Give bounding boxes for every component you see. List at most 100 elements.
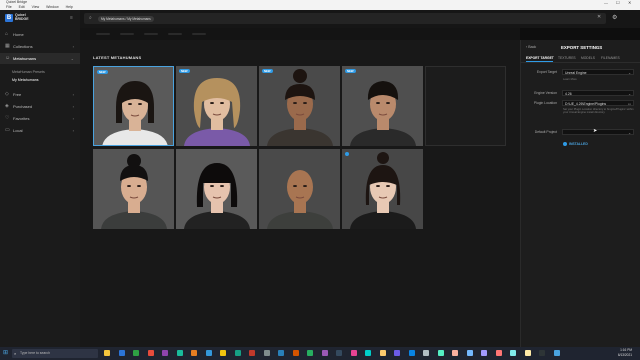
sidebar-item-label: Collections <box>13 44 33 49</box>
search-icon: ⌕ <box>14 351 17 356</box>
taskbar-app-icon[interactable] <box>205 350 212 356</box>
search-icon: ⌕ <box>89 15 92 21</box>
back-button[interactable]: ‹ Back <box>526 45 536 49</box>
search-filter-chip[interactable]: My Metahumans / My Metahumans <box>98 16 154 22</box>
taskbar-app-icon[interactable] <box>263 350 270 356</box>
metahuman-card[interactable]: NEW <box>93 66 174 146</box>
taskbar-app-icon[interactable] <box>147 350 154 356</box>
tab-export-target[interactable]: EXPORT TARGET <box>526 56 554 60</box>
taskbar-app-icon[interactable] <box>350 350 357 356</box>
folder-icon[interactable]: ▭ <box>628 101 631 107</box>
metahuman-card[interactable] <box>176 149 257 229</box>
metahuman-card[interactable] <box>93 149 174 229</box>
sidebar-item-label: Local <box>13 128 23 133</box>
chevron-right-icon: › <box>72 128 74 133</box>
filter-placeholder[interactable] <box>120 33 134 35</box>
new-badge: NEW <box>345 69 356 73</box>
metahuman-card[interactable]: NEW <box>342 66 423 146</box>
sidebar-item-label: Metahumans <box>13 56 37 61</box>
sidebar-item-home[interactable]: ⌂ Home <box>0 29 80 40</box>
taskbar-search-input[interactable]: Type here to search <box>12 349 98 358</box>
taskbar-app-icon[interactable] <box>292 350 299 356</box>
taskbar-app-icon[interactable] <box>437 350 444 356</box>
taskbar-app-icon[interactable] <box>336 350 342 356</box>
search-input[interactable] <box>84 13 606 24</box>
plugin-location-field[interactable]: D:\UE_4.26\Engine\Plugins ▭ <box>562 100 634 106</box>
download-icon[interactable] <box>345 152 349 156</box>
metahuman-portrait <box>350 152 416 229</box>
metahuman-card[interactable] <box>259 149 340 229</box>
taskbar-app-icon[interactable] <box>321 350 328 356</box>
learn-more-link[interactable]: Learn More <box>563 78 635 81</box>
sidebar-item-purchased[interactable]: ◈ Purchased › <box>0 101 80 112</box>
export-target-label: Export Target <box>536 70 557 74</box>
engine-version-select[interactable]: 4.26 ⌄ <box>562 90 634 96</box>
chevron-down-icon: ⌄ <box>628 71 631 75</box>
taskbar-app-icon[interactable] <box>307 350 313 356</box>
taskbar-app-icon[interactable] <box>423 350 429 356</box>
default-project-label: Default Project <box>534 130 557 134</box>
sidebar-item-free[interactable]: ◇ Free › <box>0 89 80 100</box>
taskbar-app-icon[interactable] <box>481 350 487 356</box>
taskbar-app-icon[interactable] <box>162 350 168 356</box>
sidebar-item-label: Home <box>13 32 24 37</box>
sidebar-subitem-metahuman-presets[interactable]: MetaHuman Presets <box>12 70 45 74</box>
metahuman-card[interactable]: NEW <box>176 66 257 146</box>
filter-placeholder[interactable] <box>144 33 158 35</box>
default-project-select[interactable]: ⌄ <box>562 129 634 135</box>
taskbar-app-icon[interactable] <box>510 350 516 356</box>
taskbar-app-icon[interactable] <box>365 350 371 356</box>
sidebar-subitem-my-metahumans[interactable]: My Metahumans <box>12 78 39 82</box>
sidebar-item-metahumans[interactable]: ☺ Metahumans ⌄ <box>0 53 80 64</box>
metahuman-card[interactable] <box>342 149 423 229</box>
panel-title: EXPORT SETTINGS <box>561 45 603 50</box>
clear-search-icon[interactable]: ✕ <box>597 14 601 20</box>
system-clock[interactable]: 1:16 PM 6/13/2021 <box>606 348 632 358</box>
local-icon: ▭ <box>5 127 10 133</box>
taskbar-app-icon[interactable] <box>176 350 183 356</box>
metahuman-portrait <box>101 154 167 229</box>
taskbar-app-icon[interactable] <box>249 350 255 356</box>
filter-placeholder[interactable] <box>168 33 182 35</box>
plugin-location-label: Plugin Location <box>533 101 557 105</box>
windows-start-icon[interactable]: ⊞ <box>3 349 8 356</box>
taskbar-app-icon[interactable] <box>191 350 197 356</box>
taskbar-app-icon[interactable] <box>408 350 415 356</box>
taskbar-app-icon[interactable] <box>220 350 226 356</box>
purchased-icon: ◈ <box>5 103 9 109</box>
empty-card-slot <box>425 66 506 146</box>
taskbar-app-icon[interactable] <box>118 350 125 356</box>
taskbar-app-icon[interactable] <box>524 350 531 356</box>
taskbar-app-icon[interactable] <box>452 350 458 356</box>
sidebar-item-local[interactable]: ▭ Local › <box>0 125 80 136</box>
taskbar-app-icon[interactable] <box>104 350 110 356</box>
brand-line2: BRIDGE <box>15 17 29 21</box>
mouse-cursor-icon: ➤ <box>593 128 598 134</box>
active-tab-indicator <box>526 61 553 62</box>
tab-filenames[interactable]: FILENAMES <box>601 56 620 60</box>
favorites-icon: ♡ <box>5 115 10 121</box>
taskbar-app-icon[interactable] <box>379 350 386 356</box>
filter-placeholder[interactable] <box>96 33 110 35</box>
taskbar-app-icon[interactable] <box>394 350 400 356</box>
taskbar-app-icon[interactable] <box>278 350 284 356</box>
taskbar-app-icon[interactable] <box>133 350 139 356</box>
sidebar-item-collections[interactable]: ▦ Collections › <box>0 41 80 52</box>
filter-placeholder[interactable] <box>192 33 206 35</box>
taskbar-app-icon[interactable] <box>466 350 473 356</box>
sidebar-item-favorites[interactable]: ♡ Favorites › <box>0 113 80 124</box>
new-badge: NEW <box>97 70 108 74</box>
taskbar-app-icon[interactable] <box>234 350 241 356</box>
taskbar-app-icon[interactable] <box>495 350 502 356</box>
settings-icon[interactable]: ⚙ <box>612 14 617 21</box>
taskbar-app-icon[interactable] <box>553 350 560 356</box>
taskbar-app-icon[interactable] <box>539 350 545 356</box>
collapse-sidebar-icon[interactable]: ≡ <box>70 15 73 21</box>
export-target-value: Unreal Engine <box>565 71 587 75</box>
home-icon: ⌂ <box>5 31 9 37</box>
bridge-logo-icon: B <box>5 14 13 22</box>
export-target-select[interactable]: Unreal Engine ⌄ <box>562 69 634 75</box>
tab-models[interactable]: MODELS <box>581 56 595 60</box>
metahuman-card[interactable]: NEW <box>259 66 340 146</box>
tab-textures[interactable]: TEXTURES <box>558 56 576 60</box>
